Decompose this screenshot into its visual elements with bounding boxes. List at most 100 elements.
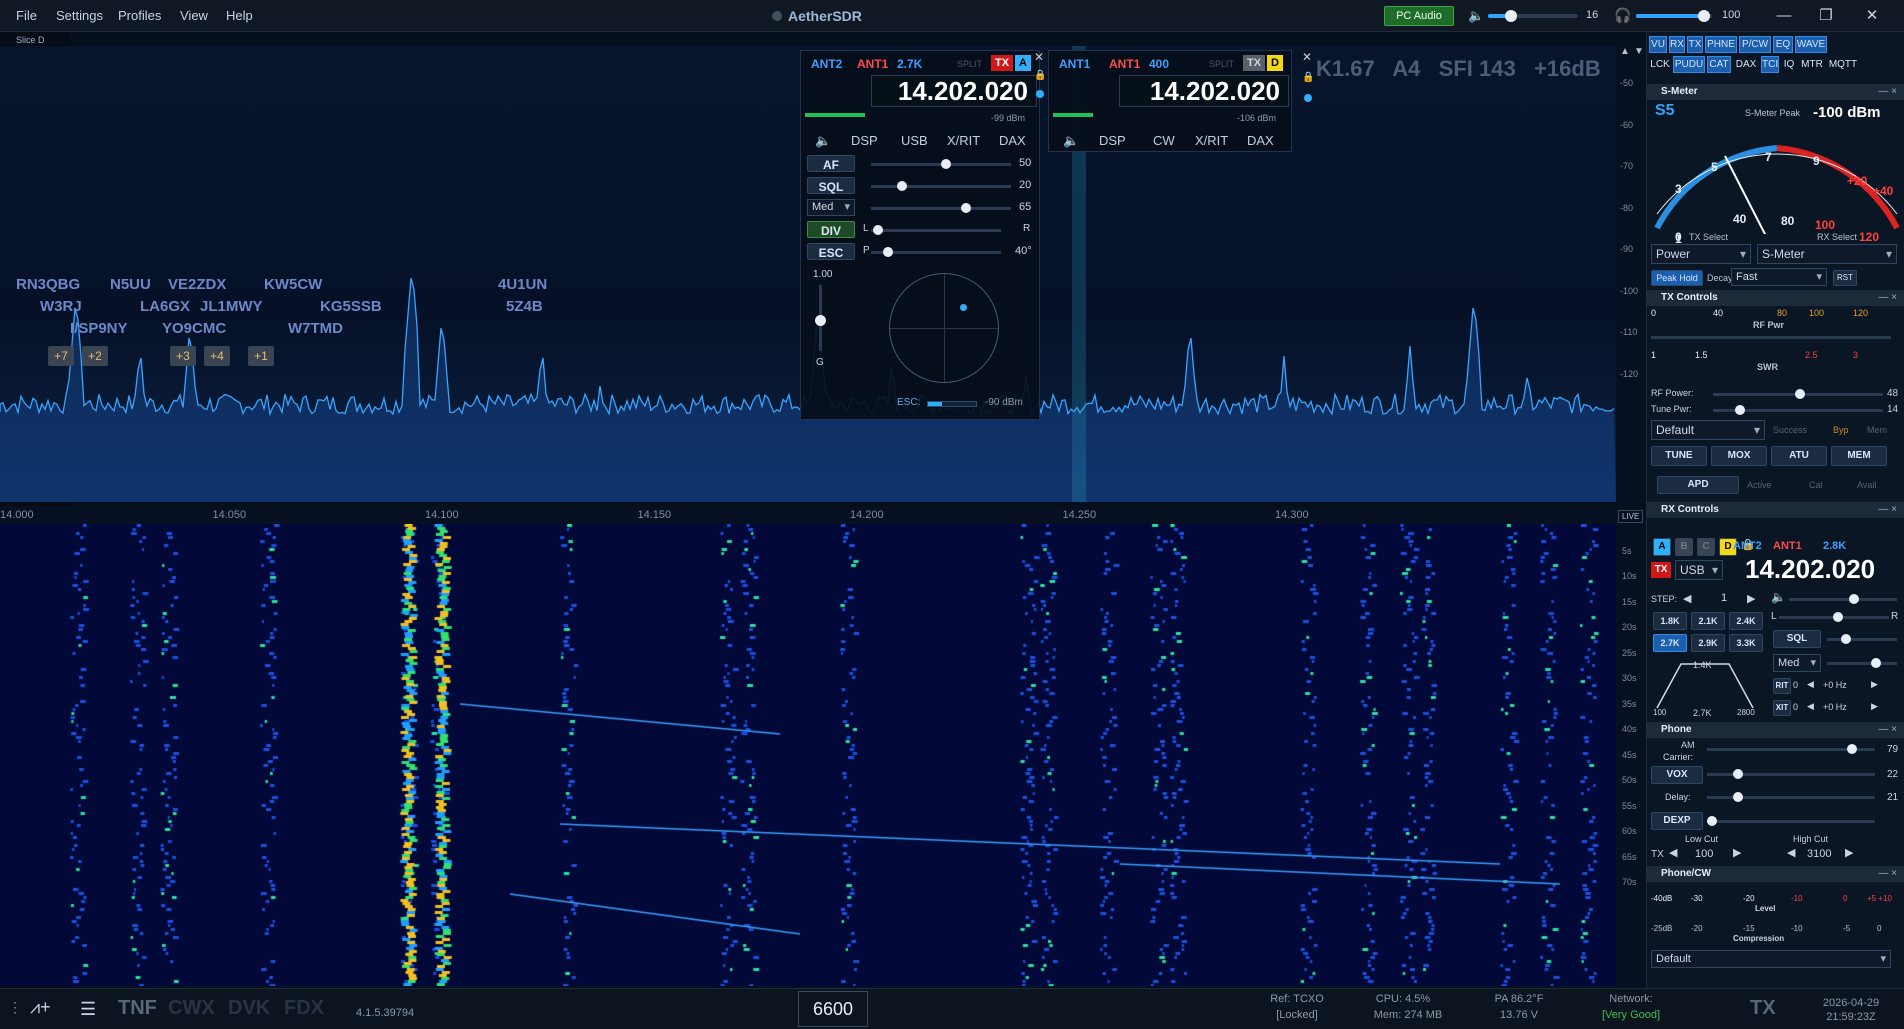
menu-help[interactable]: Help — [226, 8, 253, 23]
low-cut-value[interactable]: 100 — [1695, 848, 1713, 860]
phone-cw-section-header[interactable]: Phone/CW — [1647, 866, 1904, 882]
slice-a-tab-dsp[interactable]: DSP — [851, 133, 878, 148]
step-up-icon[interactable]: ▶ — [1747, 592, 1755, 605]
slice-d-tab-dax[interactable]: DAX — [1247, 133, 1274, 148]
am-carrier-slider[interactable] — [1707, 744, 1875, 754]
tx-button-mem[interactable]: MEM — [1831, 446, 1887, 466]
agc-slider[interactable] — [871, 203, 1011, 213]
dexp-slider[interactable] — [1707, 816, 1875, 826]
right-tab-mtr[interactable]: MTR — [1799, 56, 1825, 73]
slice-a-active-dot[interactable] — [1036, 90, 1044, 98]
rit-up-icon[interactable]: ▶ — [1871, 679, 1878, 690]
slice-a-split[interactable]: SPLIT — [957, 59, 982, 69]
high-cut-up-icon[interactable]: ▶ — [1845, 846, 1853, 859]
spot-callsign[interactable]: YO9CMC — [162, 320, 226, 337]
slice-a-filter[interactable]: 2.7K — [897, 57, 922, 71]
esc-polar-plot[interactable] — [889, 273, 999, 383]
db-scale-up-icon[interactable]: ▲ — [1620, 46, 1630, 57]
slice-a-lock-icon[interactable]: 🔒 — [1034, 70, 1046, 81]
slice-d-rx-antenna[interactable]: ANT1 — [1059, 57, 1090, 71]
af-button[interactable]: AF — [807, 155, 855, 172]
slice-a-close-icon[interactable]: ✕ — [1034, 50, 1044, 64]
panadapter[interactable]: K1.67 A4 SFI 143 +16dB RN3QBG N5UU VE2ZDX K… — [0, 46, 1616, 502]
cwx-toggle[interactable]: CWX — [168, 997, 215, 1020]
rx-filter[interactable]: 2.8K — [1823, 540, 1846, 552]
esc-gain-slider[interactable] — [815, 285, 826, 351]
slice-d-split[interactable]: SPLIT — [1209, 59, 1234, 69]
slice-a-tab-dax[interactable]: DAX — [999, 133, 1026, 148]
slice-d-tab-xrit[interactable]: X/RIT — [1195, 133, 1228, 148]
right-tab-eq[interactable]: EQ — [1773, 36, 1793, 53]
slice-a-tab-xrit[interactable]: X/RIT — [947, 133, 980, 148]
spot-cluster-badge[interactable]: +4 — [204, 346, 230, 366]
slice-d-active-dot[interactable] — [1304, 94, 1312, 102]
peak-hold-button[interactable]: Peak Hold — [1651, 270, 1703, 286]
menu-view[interactable]: View — [180, 8, 208, 23]
xit-up-icon[interactable]: ▶ — [1871, 701, 1878, 712]
slice-a-speaker-icon[interactable]: 🔈 — [815, 133, 831, 149]
right-tab-cat[interactable]: CAT — [1707, 56, 1731, 73]
spot-callsign[interactable]: 4U1UN — [498, 276, 547, 293]
spot-callsign[interactable]: KW5CW — [264, 276, 322, 293]
filter-preset-2-7k[interactable]: 2.7K — [1653, 634, 1687, 652]
rx-agc-slider[interactable] — [1827, 658, 1897, 668]
spot-callsign[interactable]: N5UU — [110, 276, 151, 293]
spot-callsign[interactable]: LA6GX — [140, 298, 190, 315]
slice-a-tab-mode[interactable]: USB — [901, 133, 928, 148]
frequency-axis[interactable]: 14.000 14.050 14.100 14.150 14.200 14.250 14.3… — [0, 506, 1616, 526]
menu-profiles[interactable]: Profiles — [118, 8, 161, 23]
tx-profile-select[interactable]: Default — [1651, 420, 1765, 440]
rx-frequency[interactable]: 14.202.020 — [1745, 554, 1875, 585]
div-button[interactable]: DIV — [807, 221, 855, 238]
tx-antenna[interactable]: ANT1 — [1773, 540, 1802, 552]
spot-callsign[interactable]: VE2ZDX — [168, 276, 226, 293]
slice-d-speaker-icon[interactable]: 🔈 — [1063, 133, 1079, 149]
delay-slider[interactable] — [1707, 792, 1875, 802]
slice-a-tx-badge[interactable]: TX — [991, 55, 1013, 71]
fdx-toggle[interactable]: FDX — [284, 997, 324, 1020]
right-tab-dax[interactable]: DAX — [1733, 56, 1759, 73]
db-scale-column[interactable]: -50 -60 -70 -80 -90 -100 -110 -120 ▲ ▼ — [1616, 46, 1646, 506]
right-tab-pudu[interactable]: PUDU — [1673, 56, 1705, 73]
rx-sql-slider[interactable] — [1827, 634, 1897, 644]
tx-meter-select[interactable]: Power — [1651, 244, 1751, 264]
spot-cluster-badge[interactable]: +7 — [48, 346, 74, 366]
tx-controls-section-header[interactable]: TX Controls — [1647, 290, 1904, 306]
slice-d-filter[interactable]: 400 — [1149, 57, 1169, 71]
slice-d-close-icon[interactable]: ✕ — [1302, 50, 1312, 64]
close-button[interactable]: ✕ — [1858, 6, 1886, 26]
right-tab-wave[interactable]: WAVE — [1795, 36, 1827, 53]
spot-callsign[interactable]: KG5SSB — [320, 298, 382, 315]
phone-cw-profile-select[interactable]: Default — [1651, 950, 1891, 968]
slice-d-tab-mode[interactable]: CW — [1153, 133, 1175, 148]
spot-callsign[interactable]: 5Z4B — [506, 298, 543, 315]
rx-pan-slider[interactable] — [1779, 612, 1889, 622]
db-scale-down-icon[interactable]: ▼ — [1634, 46, 1644, 57]
slice-a-tx-antenna[interactable]: ANT1 — [857, 57, 888, 71]
slice-a-frequency[interactable]: 14.202.020 — [871, 75, 1037, 107]
spot-callsign[interactable]: W3RJ — [40, 298, 82, 315]
slice-a-rx-antenna[interactable]: ANT2 — [811, 57, 842, 71]
right-tab-phne[interactable]: PHNE — [1705, 36, 1737, 53]
minimize-button[interactable]: — — [1770, 6, 1798, 26]
decay-select[interactable]: Fast — [1731, 268, 1827, 286]
dexp-button[interactable]: DEXP — [1651, 812, 1703, 830]
phone-section-header[interactable]: Phone — [1647, 722, 1904, 738]
rst-button[interactable]: RST — [1833, 270, 1857, 286]
headphone-volume-slider[interactable] — [1636, 10, 1712, 22]
spot-cluster-badge[interactable]: +1 — [248, 346, 274, 366]
right-tab-mqtt[interactable]: MQTT — [1827, 56, 1859, 73]
tune-power-slider[interactable] — [1713, 405, 1883, 415]
slice-d-tx-badge[interactable]: TX — [1243, 55, 1265, 71]
high-cut-value[interactable]: 3100 — [1807, 848, 1831, 860]
vox-button[interactable]: VOX — [1651, 766, 1703, 784]
maximize-button[interactable]: ❐ — [1812, 6, 1840, 26]
low-cut-up-icon[interactable]: ▶ — [1733, 846, 1741, 859]
db-scale[interactable] — [1608, 46, 1616, 502]
spot-callsign[interactable]: JL1MWY — [200, 298, 263, 315]
spectrum-add-icon[interactable]: ⩘+ — [30, 997, 51, 1018]
menu-settings[interactable]: Settings — [56, 8, 103, 23]
tx-button-atu[interactable]: ATU — [1771, 446, 1827, 466]
xit-down-icon[interactable]: ◀ — [1807, 701, 1814, 712]
smeter-section-header[interactable]: S-Meter — [1647, 84, 1904, 100]
